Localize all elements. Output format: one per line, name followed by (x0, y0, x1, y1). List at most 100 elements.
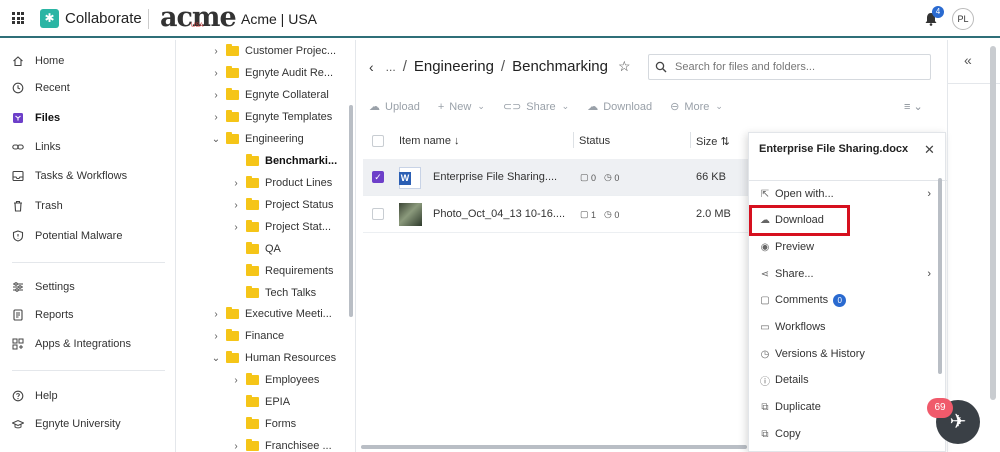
chevron-down-icon[interactable]: ⌄ (210, 134, 222, 145)
double-chevron-left-icon[interactable]: « (964, 52, 972, 68)
breadcrumb-ellipsis[interactable]: ... (386, 60, 396, 74)
tree-item[interactable]: EPIA (230, 392, 340, 412)
nav-item-reports[interactable]: Reports (0, 303, 176, 327)
chevron-left-icon[interactable]: ‹ (369, 59, 374, 75)
tree-scrollbar[interactable] (349, 105, 353, 317)
action-duplicate[interactable]: ⧉ Duplicate (759, 397, 931, 417)
nav-item-tasks-workflows[interactable]: Tasks & Workflows (0, 164, 176, 188)
left-navigation: Home Recent Files Links Tasks & Workflow… (0, 40, 176, 452)
tree-item[interactable]: › Franchisee ... (230, 436, 340, 452)
upload-button[interactable]: ☁ Upload (369, 100, 420, 114)
more-button[interactable]: ⊖ More ⌄ (670, 100, 723, 114)
column-divider[interactable] (690, 132, 691, 148)
chevron-down-icon[interactable]: ⌄ (210, 353, 222, 364)
chevron-icon[interactable]: › (230, 222, 242, 233)
action-comments[interactable]: ▢ Comments 0 (759, 290, 931, 310)
action-copy[interactable]: ⧉ Copy (759, 424, 931, 444)
clock-icon (12, 82, 24, 94)
nav-item-help[interactable]: Help (0, 384, 176, 408)
help-icon (12, 390, 24, 402)
tree-item[interactable]: Tech Talks (230, 283, 340, 303)
nav-item-trash[interactable]: Trash (0, 194, 176, 218)
column-divider[interactable] (573, 132, 574, 148)
tree-item[interactable]: › Egnyte Templates (210, 107, 340, 127)
nav-item-egnyte-university[interactable]: Egnyte University (0, 412, 176, 436)
action-open-with[interactable]: ⇱ Open with... › (759, 184, 931, 204)
chevron-icon[interactable]: › (230, 178, 242, 189)
row-checkbox[interactable] (372, 208, 384, 220)
nav-item-potential-malware[interactable]: Potential Malware (0, 224, 176, 248)
tree-item-label: Egnyte Collateral (245, 89, 329, 101)
column-size[interactable]: Size ⇅ (696, 135, 730, 148)
nav-divider (12, 370, 165, 371)
folder-icon (226, 132, 239, 144)
column-status[interactable]: Status (579, 135, 610, 147)
action-versions-history[interactable]: ◷ Versions & History (759, 344, 931, 364)
nav-label: Trash (35, 200, 63, 212)
tree-item[interactable]: Requirements (230, 261, 340, 281)
tree-item[interactable]: › Product Lines (230, 173, 340, 193)
file-status: ▢ 1 ◷ 0 (580, 209, 619, 220)
search-input[interactable] (675, 61, 915, 73)
chevron-icon[interactable]: › (210, 90, 222, 101)
tree-item[interactable]: › Project Status (230, 195, 340, 215)
new-button[interactable]: + New ⌄ (438, 101, 485, 113)
breadcrumb-engineering[interactable]: Engineering (414, 58, 494, 75)
tree-item[interactable]: › Executive Meeti... (210, 304, 340, 324)
app-launcher-icon[interactable] (12, 12, 24, 24)
chevron-icon[interactable]: › (210, 309, 222, 320)
tree-item[interactable]: › Project Stat... (230, 217, 340, 237)
star-icon[interactable]: ☆ (618, 58, 631, 75)
collaborate-logo-icon: ✱ (40, 9, 59, 28)
column-label: Item name (399, 135, 451, 147)
tree-item[interactable]: › Customer Projec... (210, 41, 340, 61)
chevron-icon[interactable]: › (230, 375, 242, 386)
table-row[interactable]: Photo_Oct_04_13 10-16.... ▢ 1 ◷ 0 2.0 MB (363, 196, 748, 233)
tree-item[interactable]: › Finance (210, 326, 340, 346)
chevron-icon[interactable]: › (210, 112, 222, 123)
chevron-icon[interactable]: › (210, 331, 222, 342)
column-item-name[interactable]: Item name ↓ (399, 135, 460, 147)
nav-label: Home (35, 55, 65, 67)
nav-item-home[interactable]: Home (0, 49, 176, 73)
avatar[interactable]: PL (952, 8, 974, 30)
chevron-icon[interactable]: › (210, 46, 222, 57)
nav-item-settings[interactable]: Settings (0, 275, 176, 299)
action-preview[interactable]: ◉ Preview (759, 237, 931, 257)
tree-item-label: Egnyte Audit Re... (245, 67, 334, 79)
tree-item[interactable]: Forms (230, 414, 340, 434)
close-icon[interactable]: ✕ (924, 142, 935, 158)
action-workflows[interactable]: ▭ Workflows (759, 317, 931, 337)
table-row[interactable]: ✓ W Enterprise File Sharing.... ▢ 0 ◷ 0 … (363, 159, 748, 196)
chevron-icon[interactable]: › (230, 200, 242, 211)
tree-item[interactable]: ⌄ Human Resources (210, 348, 340, 368)
view-toggle[interactable]: ≡ ⌄ (904, 100, 923, 113)
tree-item-label: Requirements (265, 265, 334, 277)
nav-label: Tasks & Workflows (35, 170, 128, 182)
tree-item-benchmarking[interactable]: Benchmarki... (230, 151, 340, 171)
chevron-icon[interactable]: › (210, 68, 222, 79)
file-name[interactable]: Enterprise File Sharing.... (433, 171, 557, 183)
select-all-checkbox[interactable] (372, 135, 384, 147)
action-share[interactable]: ⋖ Share... › (759, 264, 931, 284)
nav-item-recent[interactable]: Recent (0, 76, 176, 100)
tree-item[interactable]: QA (230, 239, 340, 259)
tree-item[interactable]: › Employees (230, 370, 340, 390)
folder-icon (226, 44, 239, 56)
chevron-icon[interactable]: › (230, 441, 242, 452)
nav-item-apps-integrations[interactable]: Apps & Integrations (0, 332, 176, 356)
row-checkbox[interactable]: ✓ (372, 171, 384, 183)
search-box (648, 54, 931, 80)
horizontal-scrollbar[interactable] (361, 445, 747, 449)
page-scrollbar[interactable] (990, 46, 996, 400)
panel-scrollbar[interactable] (938, 178, 942, 374)
share-button[interactable]: ⊂⊃ Share ⌄ (503, 100, 569, 114)
tree-item-engineering[interactable]: ⌄ Engineering (210, 129, 340, 149)
nav-item-links[interactable]: Links (0, 135, 176, 159)
tree-item[interactable]: › Egnyte Audit Re... (210, 63, 340, 83)
download-button[interactable]: ☁ Download (587, 100, 652, 114)
tree-item[interactable]: › Egnyte Collateral (210, 85, 340, 105)
nav-item-files[interactable]: Files (0, 106, 176, 130)
action-details[interactable]: ⓘ Details (759, 370, 931, 390)
file-name[interactable]: Photo_Oct_04_13 10-16.... (433, 208, 565, 220)
